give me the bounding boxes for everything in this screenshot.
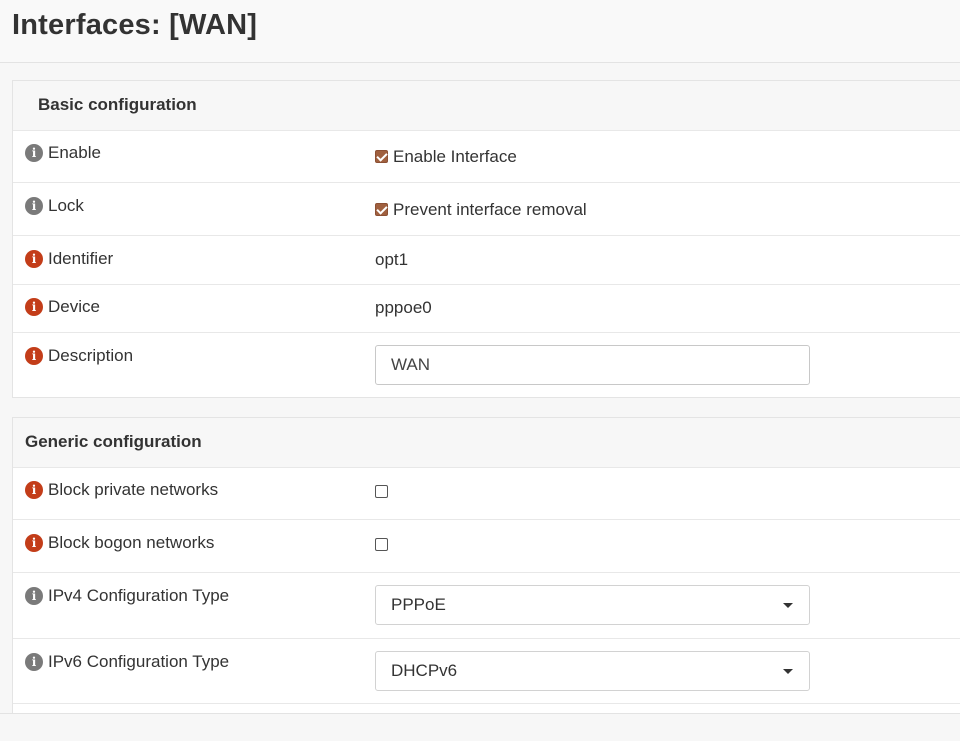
device-row: i Device pppoe0 <box>13 285 960 333</box>
identifier-value: opt1 <box>375 250 409 269</box>
ipv6-type-control: DHCPv6 <box>375 651 810 691</box>
info-icon[interactable]: i <box>25 250 43 268</box>
ipv4-type-row: i IPv4 Configuration Type PPPoE <box>13 573 960 639</box>
ipv6-type-row: i IPv6 Configuration Type DHCPv6 <box>13 639 960 704</box>
basic-configuration-panel: Basic configuration i Enable Enable Inte… <box>12 80 960 398</box>
caret-down-icon <box>783 669 793 674</box>
info-icon[interactable]: i <box>25 587 43 605</box>
ipv6-type-label: i IPv6 Configuration Type <box>25 652 229 672</box>
enable-row: i Enable Enable Interface <box>13 130 960 183</box>
description-input[interactable] <box>375 345 810 385</box>
lock-label: i Lock <box>25 196 84 216</box>
ipv4-type-control: PPPoE <box>375 585 810 625</box>
generic-configuration-panel: Generic configuration i Block private ne… <box>12 417 960 717</box>
device-value: pppoe0 <box>375 298 432 317</box>
info-icon[interactable]: i <box>25 298 43 316</box>
lock-row: i Lock Prevent interface removal <box>13 183 960 236</box>
description-label: i Description <box>25 346 133 366</box>
prevent-removal-checkbox[interactable] <box>375 202 388 216</box>
block-private-checkbox[interactable] <box>375 485 388 499</box>
identifier-row: i Identifier opt1 <box>13 236 960 285</box>
block-private-label: i Block private networks <box>25 480 218 500</box>
enable-interface-checkbox-group[interactable]: Enable Interface <box>375 147 517 167</box>
page-title: Interfaces: [WAN] <box>12 9 258 41</box>
enable-interface-label[interactable]: Enable Interface <box>393 147 517 166</box>
block-bogon-checkbox-group[interactable] <box>375 537 388 555</box>
device-label: i Device <box>25 297 100 317</box>
ipv4-type-select[interactable]: PPPoE <box>375 585 810 625</box>
prevent-removal-checkbox-group[interactable]: Prevent interface removal <box>375 200 587 220</box>
info-icon[interactable]: i <box>25 481 43 499</box>
info-icon[interactable]: i <box>25 534 43 552</box>
description-control <box>375 345 810 385</box>
description-row: i Description <box>13 333 960 397</box>
identifier-label: i Identifier <box>25 249 113 269</box>
prevent-removal-label[interactable]: Prevent interface removal <box>393 200 587 219</box>
caret-down-icon <box>783 603 793 608</box>
info-icon[interactable]: i <box>25 144 43 162</box>
generic-configuration-header: Generic configuration <box>13 418 960 468</box>
block-private-checkbox-group[interactable] <box>375 484 388 502</box>
enable-label: i Enable <box>25 143 101 163</box>
info-icon[interactable]: i <box>25 347 43 365</box>
info-icon[interactable]: i <box>25 653 43 671</box>
enable-interface-checkbox[interactable] <box>375 149 388 163</box>
ipv6-type-value: DHCPv6 <box>391 661 458 680</box>
block-private-row: i Block private networks <box>13 467 960 520</box>
ipv4-type-value: PPPoE <box>391 595 446 614</box>
section-title: Generic configuration <box>25 432 202 451</box>
ipv4-type-label: i IPv4 Configuration Type <box>25 586 229 606</box>
block-bogon-checkbox[interactable] <box>375 538 388 552</box>
basic-configuration-header: Basic configuration <box>13 81 960 131</box>
ipv6-type-select[interactable]: DHCPv6 <box>375 651 810 691</box>
block-bogon-row: i Block bogon networks <box>13 520 960 573</box>
page-header: Interfaces: [WAN] <box>0 0 960 63</box>
footer-strip <box>0 713 960 741</box>
block-bogon-label: i Block bogon networks <box>25 533 214 553</box>
section-title: Basic configuration <box>38 95 197 114</box>
info-icon[interactable]: i <box>25 197 43 215</box>
